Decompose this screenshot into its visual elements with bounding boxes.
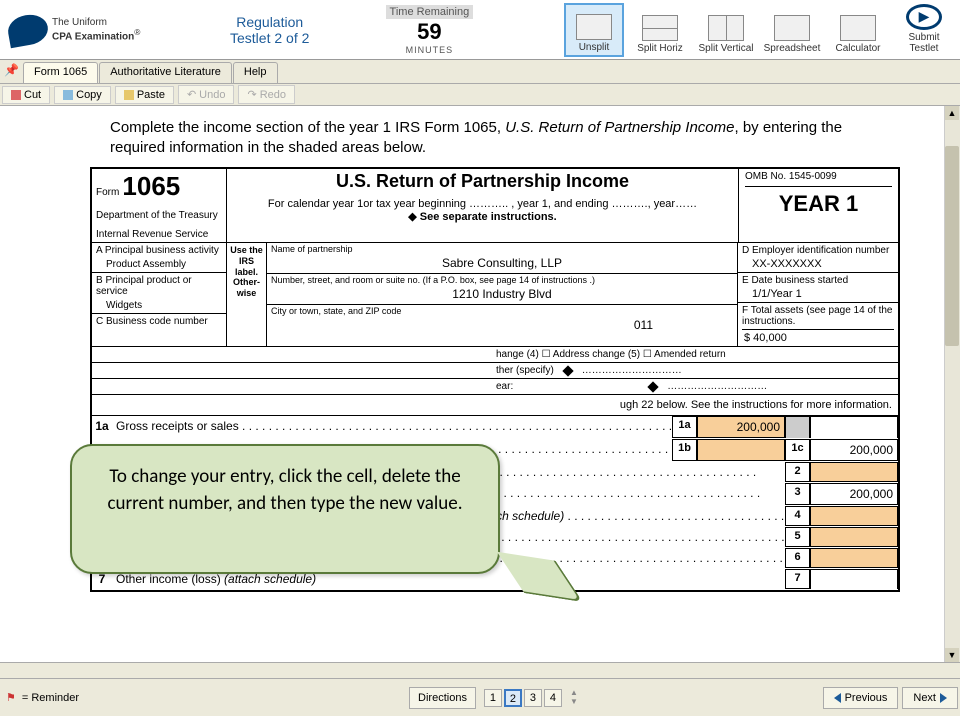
tab-form1065[interactable]: Form 1065: [23, 62, 98, 83]
logo-text: The Uniform CPA Examination®: [52, 17, 140, 42]
page-3[interactable]: 3: [524, 689, 542, 707]
split-vert-icon: [708, 15, 744, 41]
tool-buttons: Unsplit Split Horiz Split Vertical Sprea…: [564, 3, 960, 57]
page-numbers: 1 2 3 4: [484, 689, 562, 707]
scissors-icon: [11, 90, 21, 100]
split-vert-button[interactable]: Split Vertical: [696, 3, 756, 57]
directions-button[interactable]: Directions: [409, 687, 476, 709]
time-units: MINUTES: [369, 45, 489, 55]
submit-arrow-icon: [906, 4, 942, 30]
time-value: 59: [369, 19, 489, 45]
spreadsheet-button[interactable]: Spreadsheet: [762, 3, 822, 57]
cell-1b[interactable]: [697, 439, 785, 461]
unsplit-button[interactable]: Unsplit: [564, 3, 624, 57]
redo-icon: ↷: [247, 88, 256, 101]
reg-line2: Testlet 2 of 2: [230, 30, 309, 46]
use-irs-label: Use theIRSlabel.Other-wise: [227, 243, 267, 346]
time-label: Time Remaining: [386, 5, 474, 19]
check-row-h: ther (specify)…………………………: [92, 363, 898, 379]
form-header: Form 1065 Department of the Treasury Int…: [92, 169, 898, 243]
cell-1a[interactable]: 200,000: [697, 416, 785, 438]
scroll-up-arrow-icon[interactable]: ▲: [945, 106, 959, 120]
paste-button[interactable]: Paste: [115, 86, 174, 104]
previous-button[interactable]: Previous: [823, 687, 899, 709]
copy-button[interactable]: Copy: [54, 86, 111, 104]
triangle-right-icon: [940, 693, 947, 703]
split-horiz-icon: [642, 15, 678, 41]
partnership-name: Sabre Consulting, LLP: [271, 254, 733, 272]
diamond-icon: [648, 381, 659, 392]
hint-bubble: To change your entry, click the cell, de…: [70, 444, 500, 574]
reminder-label: = Reminder: [22, 692, 79, 704]
horizontal-scrollbar[interactable]: [0, 662, 960, 678]
form-title: U.S. Return of Partnership Income: [231, 171, 734, 192]
spreadsheet-icon: [774, 15, 810, 41]
page-1[interactable]: 1: [484, 689, 502, 707]
address: 1210 Industry Blvd: [271, 285, 733, 303]
chevron-up-icon: ▲: [570, 689, 578, 697]
year-label: YEAR 1: [745, 191, 892, 217]
split-horiz-button[interactable]: Split Horiz: [630, 3, 690, 57]
irs-label: Internal Revenue Service: [96, 229, 222, 240]
check-row-g: hange (4) ☐ Address change (5) ☐ Amended…: [92, 347, 898, 363]
cell-1c: 200,000: [810, 439, 898, 461]
tab-authoritative-literature[interactable]: Authoritative Literature: [99, 62, 232, 83]
undo-button[interactable]: ↶Undo: [178, 85, 235, 104]
content-area: ▲ ▼ Complete the income section of the y…: [0, 106, 960, 662]
hint-text: To change your entry, click the cell, de…: [108, 465, 463, 515]
page-2[interactable]: 2: [504, 689, 522, 707]
submit-testlet-button[interactable]: Submit Testlet: [894, 3, 954, 57]
footer-bar: ⚑ = Reminder Directions 1 2 3 4 ▲▼ Previ…: [0, 678, 960, 716]
undo-icon: ↶: [187, 88, 196, 101]
top-toolbar: The Uniform CPA Examination® Regulation …: [0, 0, 960, 60]
check-row-i: ear:…………………………: [92, 379, 898, 395]
cell-2[interactable]: [810, 462, 898, 482]
caution-row: ugh 22 below. See the instructions for m…: [92, 395, 898, 416]
cell-4[interactable]: [810, 506, 898, 526]
reg-line1: Regulation: [230, 14, 309, 30]
dept-treasury: Department of the Treasury: [96, 210, 222, 221]
form-number: 1065: [122, 171, 180, 201]
page-4[interactable]: 4: [544, 689, 562, 707]
cell-6[interactable]: [810, 548, 898, 568]
regulation-block: Regulation Testlet 2 of 2: [230, 14, 309, 46]
copy-icon: [63, 90, 73, 100]
pin-icon: 📌: [4, 63, 18, 83]
tabs-row: 📌 Form 1065 Authoritative Literature Hel…: [0, 60, 960, 84]
logo-swoosh-icon: [6, 11, 51, 47]
window-icon: [576, 14, 612, 40]
tab-help[interactable]: Help: [233, 62, 278, 83]
scroll-down-arrow-icon[interactable]: ▼: [945, 648, 959, 662]
scroll-thumb[interactable]: [945, 146, 959, 346]
instruction-text: Complete the income section of the year …: [0, 106, 960, 167]
calendar-year-line: For calendar year 1or tax year beginning…: [231, 198, 734, 210]
logo-area: The Uniform CPA Examination®: [0, 15, 200, 45]
chevron-down-icon: ▼: [570, 698, 578, 706]
cut-button[interactable]: Cut: [2, 86, 50, 104]
redo-button[interactable]: ↷Redo: [238, 85, 295, 104]
edit-toolbar: Cut Copy Paste ↶Undo ↷Redo: [0, 84, 960, 106]
next-button[interactable]: Next: [902, 687, 958, 709]
info-grid: A Principal business activityProduct Ass…: [92, 243, 898, 347]
triangle-left-icon: [834, 693, 841, 703]
logo-line1: The Uniform: [52, 17, 140, 28]
vertical-scrollbar[interactable]: ▲ ▼: [944, 106, 960, 662]
flag-icon: ⚑: [6, 691, 16, 704]
logo-line2: CPA Examination: [52, 31, 134, 42]
paste-icon: [124, 90, 134, 100]
time-remaining-block: Time Remaining 59 MINUTES: [369, 4, 489, 55]
diamond-icon: [562, 365, 573, 376]
cell-3: 200,000: [810, 483, 898, 505]
cell-5[interactable]: [810, 527, 898, 547]
page-arrow-group[interactable]: ▲▼: [570, 689, 578, 706]
see-instructions: ◆ See separate instructions.: [231, 210, 734, 223]
calculator-button[interactable]: Calculator: [828, 3, 888, 57]
calculator-icon: [840, 15, 876, 41]
total-assets: $ 40,000: [742, 329, 894, 344]
omb-number: OMB No. 1545-0099: [745, 171, 892, 187]
